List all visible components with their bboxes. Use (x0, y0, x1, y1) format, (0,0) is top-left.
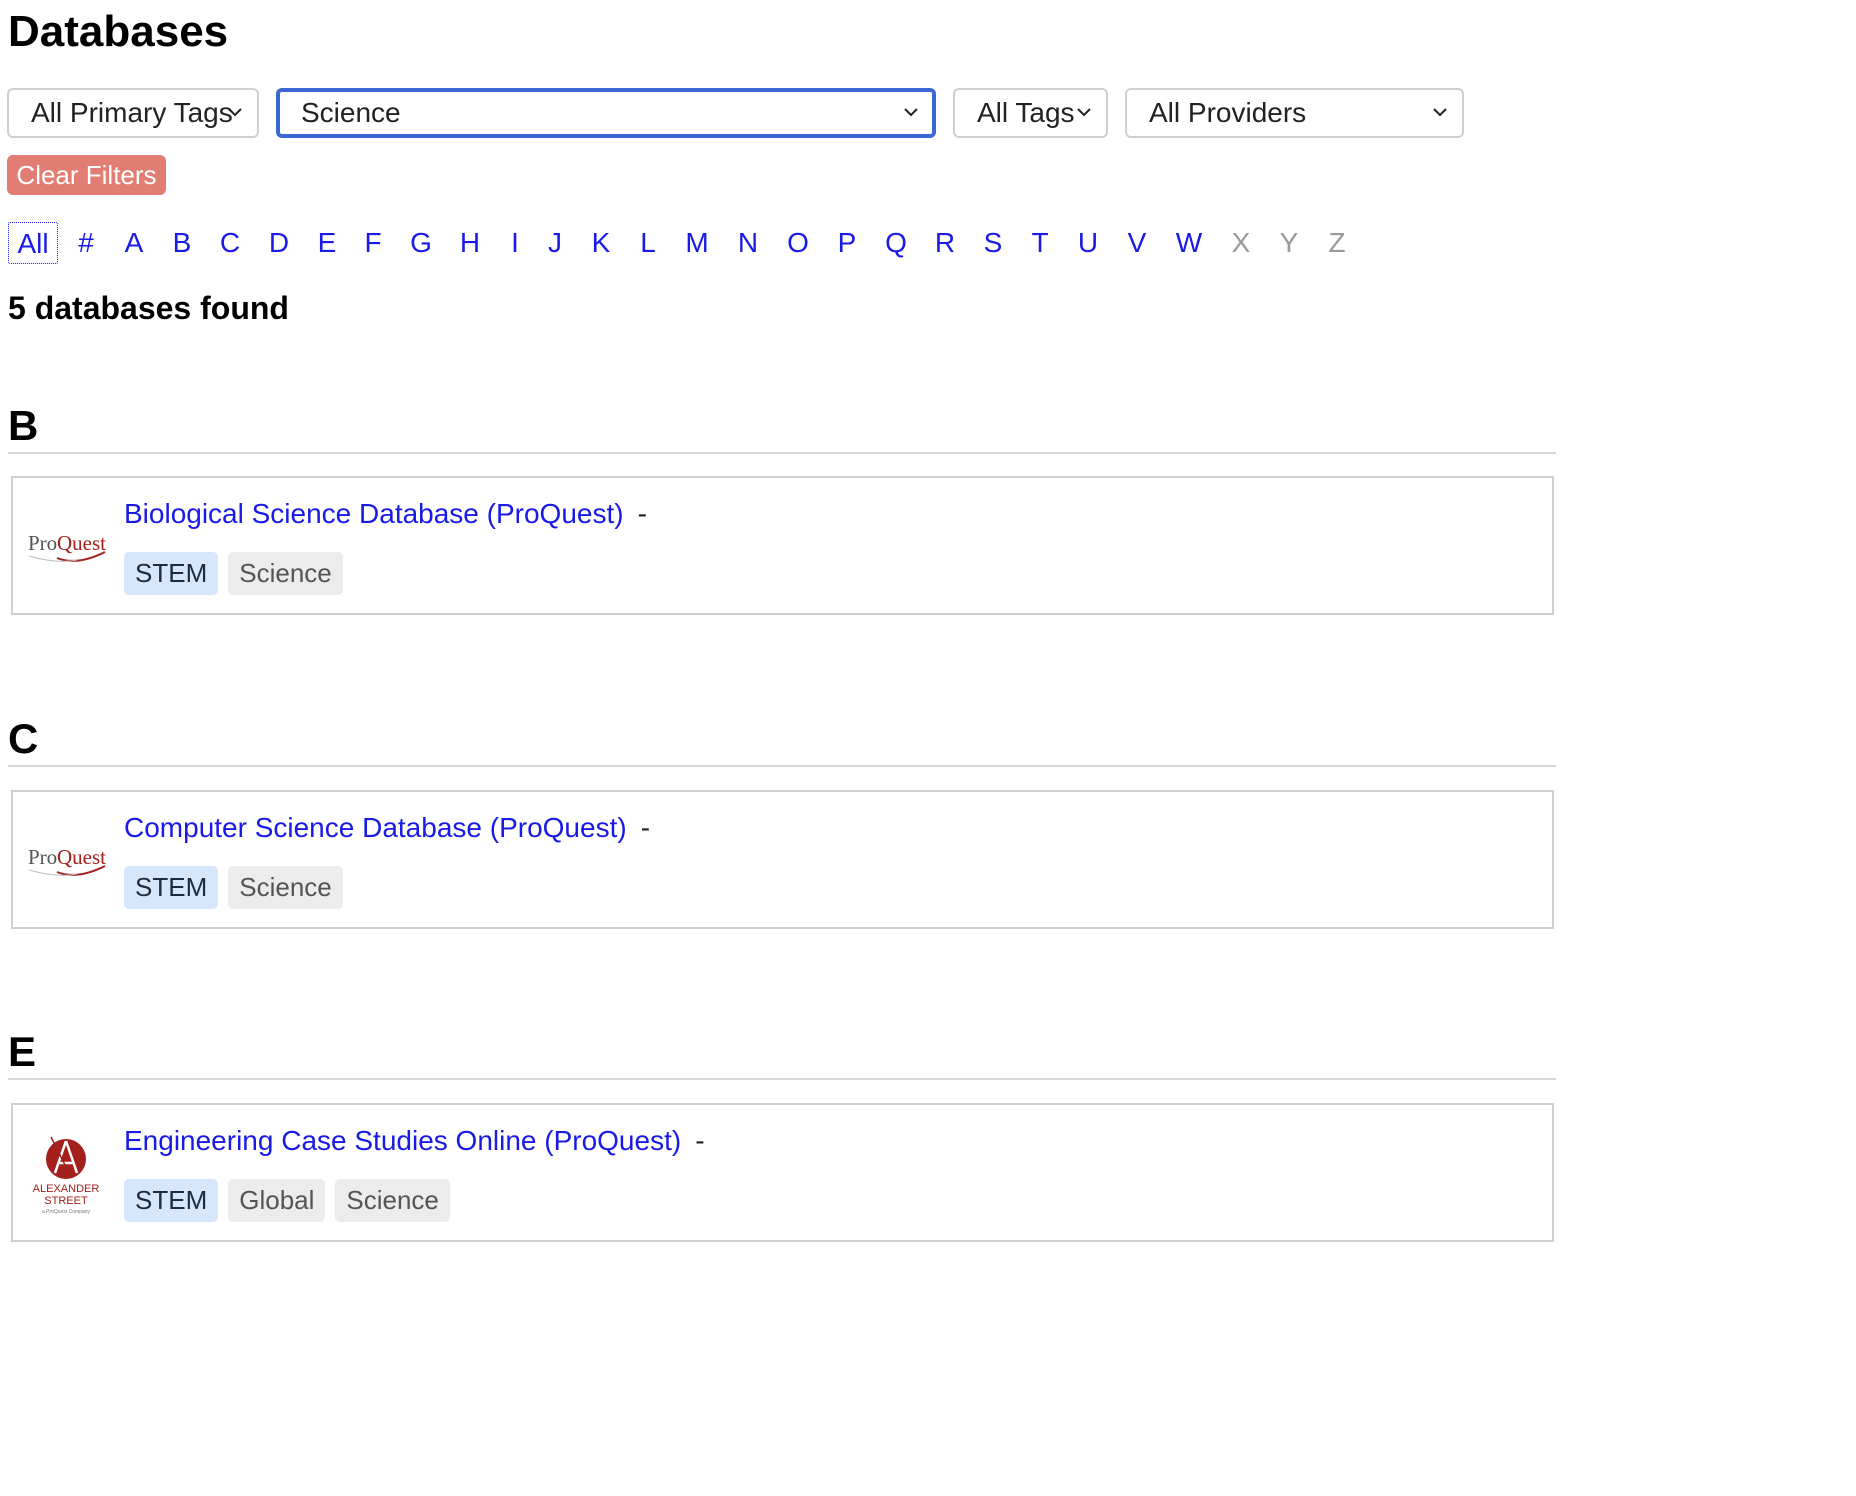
providers-select-value: All Providers (1149, 97, 1307, 128)
proquest-logo: Pro Quest (27, 518, 113, 578)
primary-tags-select[interactable]: All Primary Tags (7, 88, 259, 138)
alphabet-letter-y: Y (1279, 227, 1299, 258)
alphabet-letter-g[interactable]: G (403, 222, 439, 264)
page-title: Databases (8, 7, 229, 56)
tag-secondary[interactable]: Global (228, 1179, 326, 1222)
database-card: ALEXANDER STREET a ProQuest Company Engi… (11, 1103, 1554, 1242)
alphabet-letter-l[interactable]: L (630, 222, 666, 264)
alexander-street-line2: STREET (44, 1195, 88, 1207)
alphabet-letter-a[interactable]: A (116, 222, 152, 264)
providers-select[interactable]: All Providers (1125, 88, 1464, 138)
subject-select-value: Science (301, 97, 401, 128)
tag-list: STEM Science (124, 552, 343, 595)
alphabet-letter-f[interactable]: F (355, 222, 391, 264)
alphabet-letter-k[interactable]: K (583, 222, 619, 264)
alphabet-letter-all[interactable]: All (8, 222, 58, 264)
proquest-logo-quest: Quest (57, 531, 106, 555)
alphabet-letter-w[interactable]: W (1171, 222, 1207, 264)
alphabet-letter-hash[interactable]: # (68, 222, 104, 264)
chevron-down-icon (903, 104, 919, 120)
alphabet-letter-v[interactable]: V (1119, 222, 1155, 264)
tag-list: STEM Global Science (124, 1179, 450, 1222)
alphabet-letter-d[interactable]: D (261, 222, 297, 264)
alphabet-letter-h[interactable]: H (452, 222, 488, 264)
tag-primary[interactable]: STEM (124, 866, 219, 909)
database-title-link[interactable]: Computer Science Database (ProQuest) (124, 812, 627, 843)
chevron-down-icon (1076, 104, 1092, 120)
alphabet-letter-s[interactable]: S (975, 222, 1011, 264)
results-count: 5 databases found (8, 290, 289, 326)
title-separator: - (640, 812, 651, 843)
alphabet-letter-r[interactable]: R (927, 222, 963, 264)
page: Databases All Primary Tags Science All T… (0, 0, 1856, 1496)
chevron-down-icon (1432, 104, 1448, 120)
alphabet-letter-q[interactable]: Q (878, 222, 914, 264)
alphabet-letter-i[interactable]: I (497, 222, 533, 264)
alphabet-letter-x: X (1231, 227, 1251, 258)
proquest-logo-quest: Quest (57, 845, 106, 869)
database-title-link[interactable]: Engineering Case Studies Online (ProQues… (124, 1125, 681, 1156)
alphabet-letter-m[interactable]: M (679, 222, 715, 264)
clear-filters-button[interactable]: Clear Filters (7, 155, 166, 195)
tag-secondary[interactable]: Science (228, 552, 343, 595)
database-card: Pro Quest Biological Science Database (P… (11, 476, 1554, 615)
subject-select[interactable]: Science (276, 88, 936, 138)
tag-primary[interactable]: STEM (124, 552, 219, 595)
tag-secondary[interactable]: Science (335, 1179, 450, 1222)
proquest-logo-pro: Pro (28, 531, 57, 555)
alphabet-letter-t[interactable]: T (1022, 222, 1058, 264)
database-title-link[interactable]: Biological Science Database (ProQuest) (124, 498, 624, 529)
alphabet-letter-u[interactable]: U (1070, 222, 1106, 264)
alphabet-letter-b[interactable]: B (164, 222, 200, 264)
title-separator: - (695, 1125, 705, 1156)
section-heading-c: C (8, 715, 1556, 767)
alphabet-letter-c[interactable]: C (212, 222, 248, 264)
alphabet-letter-z: Z (1328, 227, 1346, 258)
tags-select[interactable]: All Tags (953, 88, 1108, 138)
tag-primary[interactable]: STEM (124, 1179, 219, 1222)
alphabet-letter-j[interactable]: J (537, 222, 573, 264)
section-heading-b: B (8, 402, 1556, 454)
tags-select-value: All Tags (977, 97, 1075, 128)
alexander-street-logo: ALEXANDER STREET a ProQuest Company (27, 1133, 113, 1215)
alphabet-letter-p[interactable]: P (829, 222, 865, 264)
proquest-logo-pro: Pro (28, 845, 57, 869)
primary-tags-select-value: All Primary Tags (31, 97, 233, 128)
tag-list: STEM Science (124, 866, 343, 909)
alphabet-letter-n[interactable]: N (730, 222, 766, 264)
tag-secondary[interactable]: Science (228, 866, 343, 909)
alphabet-letter-e[interactable]: E (309, 222, 345, 264)
alexander-street-line3: a ProQuest Company (42, 1209, 91, 1215)
alphabet-letter-o[interactable]: O (780, 222, 816, 264)
proquest-logo: Pro Quest (27, 832, 113, 892)
title-separator: - (637, 498, 647, 529)
alexander-street-line1: ALEXANDER (33, 1183, 100, 1195)
chevron-down-icon (227, 104, 243, 120)
section-heading-e: E (8, 1028, 1556, 1080)
database-card: Pro Quest Computer Science Database (Pro… (11, 790, 1554, 929)
